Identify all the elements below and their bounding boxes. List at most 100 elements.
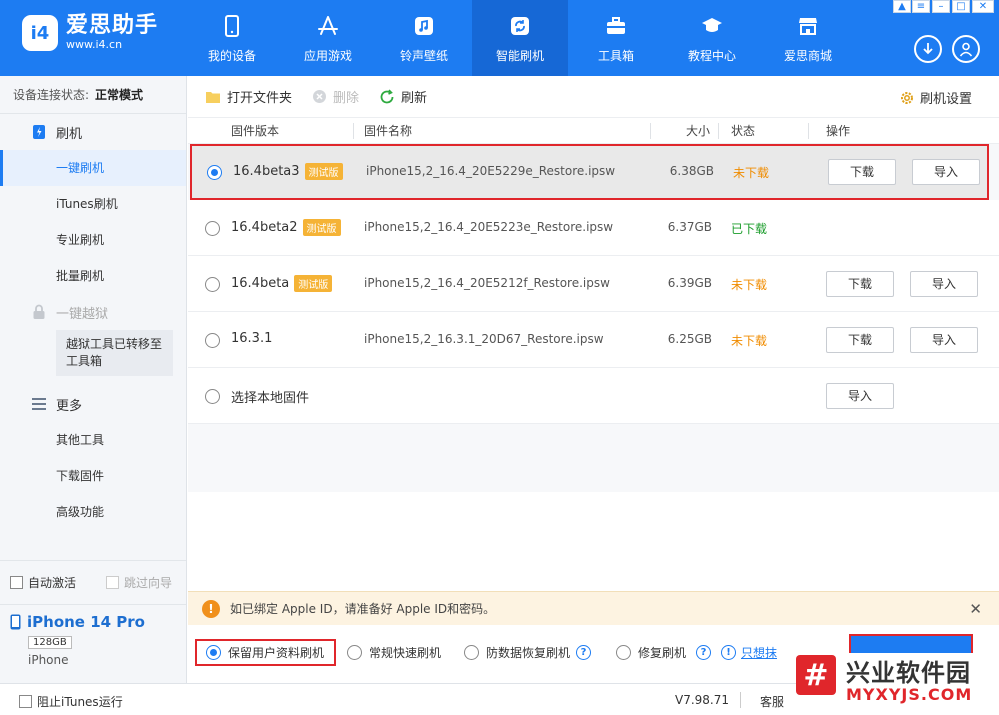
skip-guide-checkbox[interactable]	[106, 576, 120, 589]
nav-shop[interactable]: 爱思商城	[760, 0, 856, 76]
flash-section-icon	[31, 124, 47, 140]
local-firmware-radio[interactable]	[205, 389, 220, 404]
phone-icon	[10, 614, 21, 630]
warning-icon: !	[202, 599, 220, 618]
import-button[interactable]: 导入	[910, 271, 978, 297]
firmware-radio[interactable]	[207, 165, 222, 180]
watermark: # 兴业软件园 MYXYJS.COM	[796, 653, 999, 715]
device-capacity-badge: 128GB	[28, 636, 72, 649]
maximize-icon[interactable]: □	[952, 0, 970, 13]
skin-icon[interactable]: ▲	[893, 0, 911, 13]
info-icon: !	[721, 645, 736, 660]
nav-ringtones[interactable]: 铃声壁纸	[376, 0, 472, 76]
help-icon[interactable]: ?	[696, 645, 712, 660]
logo-title: 爱思助手	[66, 13, 159, 38]
sidebar-item-download-firmware[interactable]: 下载固件	[0, 458, 186, 494]
open-folder-button[interactable]: 打开文件夹	[205, 87, 292, 106]
column-divider	[650, 123, 651, 139]
import-button[interactable]: 导入	[910, 327, 978, 353]
sidebar-item-one-click-flash[interactable]: 一键刷机	[0, 150, 186, 186]
user-account-icon[interactable]	[952, 35, 980, 63]
nav-toolbox[interactable]: 工具箱	[568, 0, 664, 76]
table-row[interactable]: 16.3.1 iPhone15,2_16.3.1_20D67_Restore.i…	[188, 312, 999, 368]
firmware-radio[interactable]	[205, 221, 220, 236]
local-firmware-row[interactable]: 选择本地固件 导入	[188, 368, 999, 424]
options-row: 自动激活 跳过向导	[0, 560, 186, 604]
table-header: 固件版本 固件名称 大小 状态 操作	[188, 118, 999, 144]
download-button[interactable]: 下载	[828, 159, 896, 185]
mode-quick-label: 常规快速刷机	[369, 646, 442, 660]
auto-activate-label: 自动激活	[28, 576, 77, 590]
nav-apps[interactable]: 应用游戏	[280, 0, 376, 76]
gear-icon	[899, 90, 915, 106]
table-row[interactable]: 16.4beta3 测试版 iPhone15,2_16.4_20E5229e_Re…	[190, 144, 989, 200]
sidebar-section-label: 一键越狱	[56, 306, 109, 322]
erase-only-link[interactable]: ! 只想抹	[721, 644, 777, 661]
device-name: iPhone 14 Pro	[27, 613, 145, 631]
block-itunes-option[interactable]: 阻止iTunes运行	[19, 693, 123, 710]
toolbar: 打开文件夹 删除 刷新 刷机设置	[188, 76, 999, 118]
header-name: 固件名称	[364, 124, 413, 138]
nav-my-device[interactable]: 我的设备	[184, 0, 280, 76]
import-button[interactable]: 导入	[912, 159, 980, 185]
sidebar-item-itunes-flash[interactable]: iTunes刷机	[0, 186, 186, 222]
sidebar-item-other-tools[interactable]: 其他工具	[0, 422, 186, 458]
menu-icon[interactable]: ≡	[912, 0, 930, 13]
download-button[interactable]: 下载	[826, 271, 894, 297]
mode-keep-data-radio[interactable]	[206, 645, 221, 660]
music-icon	[411, 13, 437, 39]
header-size: 大小	[686, 124, 711, 138]
logo-url: www.i4.cn	[66, 38, 123, 51]
help-icon[interactable]: ?	[576, 645, 592, 660]
nav-tutorials[interactable]: 教程中心	[664, 0, 760, 76]
app-version: V7.98.71	[675, 693, 730, 707]
table-row[interactable]: 16.4beta 测试版 iPhone15,2_16.4_20E5212f_Res…	[188, 256, 999, 312]
mode-quick-radio[interactable]	[347, 645, 362, 660]
close-alert-icon[interactable]: ✕	[969, 600, 982, 618]
mode-repair[interactable]: 修复刷机 ?	[616, 644, 712, 661]
sidebar-item-batch-flash[interactable]: 批量刷机	[0, 258, 186, 294]
main-panel: 打开文件夹 删除 刷新 刷机设置 固件版本 固件名称 大小 状态 操作 16.4…	[188, 76, 999, 683]
mode-anti-recovery-label: 防数据恢复刷机	[486, 646, 571, 660]
delete-icon	[312, 89, 327, 104]
nav-label: 铃声壁纸	[399, 48, 448, 63]
nav-label: 爱思商城	[783, 48, 832, 63]
header-action: 操作	[826, 124, 851, 138]
firmware-size: 6.37GB	[667, 220, 712, 234]
table-row[interactable]: 16.4beta2 测试版 iPhone15,2_16.4_20E5223e_Re…	[188, 200, 999, 256]
firmware-version: 16.3.1	[231, 331, 273, 346]
mode-quick[interactable]: 常规快速刷机	[347, 644, 441, 661]
firmware-radio[interactable]	[205, 277, 220, 292]
mode-repair-radio[interactable]	[616, 645, 631, 660]
device-info[interactable]: iPhone 14 Pro 128GB iPhone	[0, 604, 186, 683]
block-itunes-checkbox[interactable]	[19, 695, 32, 708]
firmware-radio[interactable]	[205, 333, 220, 348]
top-bar: i4 爱思助手 www.i4.cn 我的设备 应用游戏 铃声壁纸 智能刷机 工具…	[0, 0, 999, 76]
mode-anti-recovery[interactable]: 防数据恢复刷机 ?	[464, 644, 592, 661]
column-divider	[718, 123, 719, 139]
mode-keep-data[interactable]: 保留用户资料刷机	[195, 639, 337, 666]
minimize-icon[interactable]: –	[932, 0, 950, 13]
nav-smart-flash[interactable]: 智能刷机	[472, 0, 568, 76]
firmware-name: iPhone15,2_16.4_20E5223e_Restore.ipsw	[364, 220, 614, 234]
mode-anti-recovery-radio[interactable]	[464, 645, 479, 660]
firmware-size: 6.38GB	[669, 164, 714, 178]
sidebar-item-pro-flash[interactable]: 专业刷机	[0, 222, 186, 258]
alert-text: 如已绑定 Apple ID，请准备好 Apple ID和密码。	[230, 602, 496, 616]
logo-mark: i4	[22, 15, 58, 51]
sidebar-item-advanced[interactable]: 高级功能	[0, 494, 186, 530]
close-icon[interactable]: ✕	[972, 0, 994, 13]
local-import-button[interactable]: 导入	[826, 383, 894, 409]
customer-service-link[interactable]: 客服	[760, 693, 784, 710]
firmware-version: 16.4beta	[231, 276, 290, 291]
lock-icon	[31, 304, 47, 320]
flash-settings-button[interactable]: 刷机设置	[899, 88, 972, 107]
delete-button[interactable]: 删除	[312, 87, 359, 106]
refresh-button[interactable]: 刷新	[379, 87, 427, 106]
toolbox-icon	[603, 13, 629, 39]
download-button[interactable]: 下载	[826, 327, 894, 353]
auto-activate-checkbox[interactable]	[10, 576, 23, 589]
sidebar-bottom: 自动激活 跳过向导 iPhone 14 Pro 128GB iPhone	[0, 560, 186, 683]
header-version: 固件版本	[231, 124, 280, 138]
download-manager-icon[interactable]	[914, 35, 942, 63]
